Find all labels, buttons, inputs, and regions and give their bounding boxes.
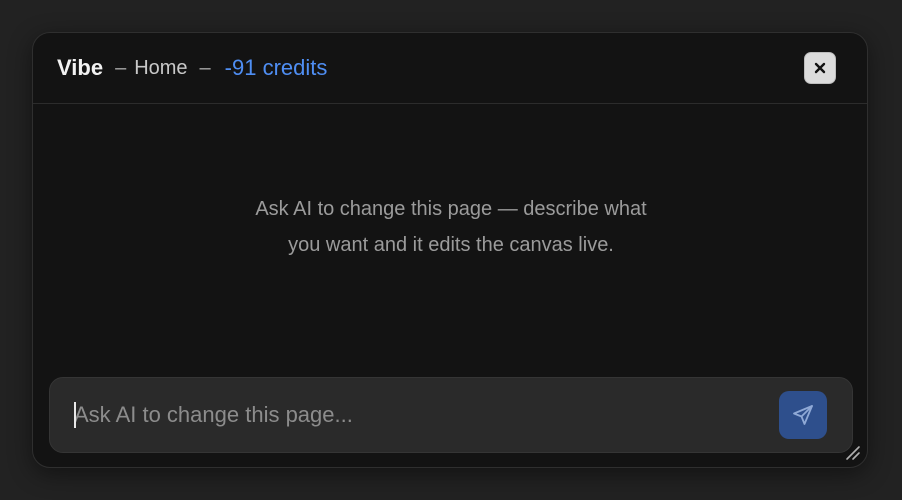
send-button[interactable] bbox=[779, 391, 827, 439]
resize-handle[interactable] bbox=[843, 443, 861, 461]
prompt-box bbox=[49, 377, 853, 453]
close-button[interactable] bbox=[804, 52, 836, 84]
panel-header: Vibe – Home – -91 credits bbox=[33, 33, 867, 104]
vibe-panel: Vibe – Home – -91 credits Ask AI to chan… bbox=[32, 32, 868, 468]
prompt-input[interactable] bbox=[74, 396, 754, 434]
breadcrumb-page: Home bbox=[134, 56, 188, 79]
credits-count: -91 credits bbox=[224, 55, 328, 80]
resize-grip-icon bbox=[846, 446, 860, 460]
title-separator: – bbox=[199, 56, 211, 79]
empty-state-hint: Ask AI to change this page — describe wh… bbox=[255, 198, 647, 256]
close-icon bbox=[814, 62, 826, 74]
text-caret bbox=[74, 402, 76, 428]
app-name: Vibe bbox=[57, 55, 104, 80]
send-icon bbox=[793, 405, 813, 425]
title-separator: – bbox=[115, 56, 127, 79]
header-title: Vibe – Home – -91 credits bbox=[57, 33, 327, 103]
